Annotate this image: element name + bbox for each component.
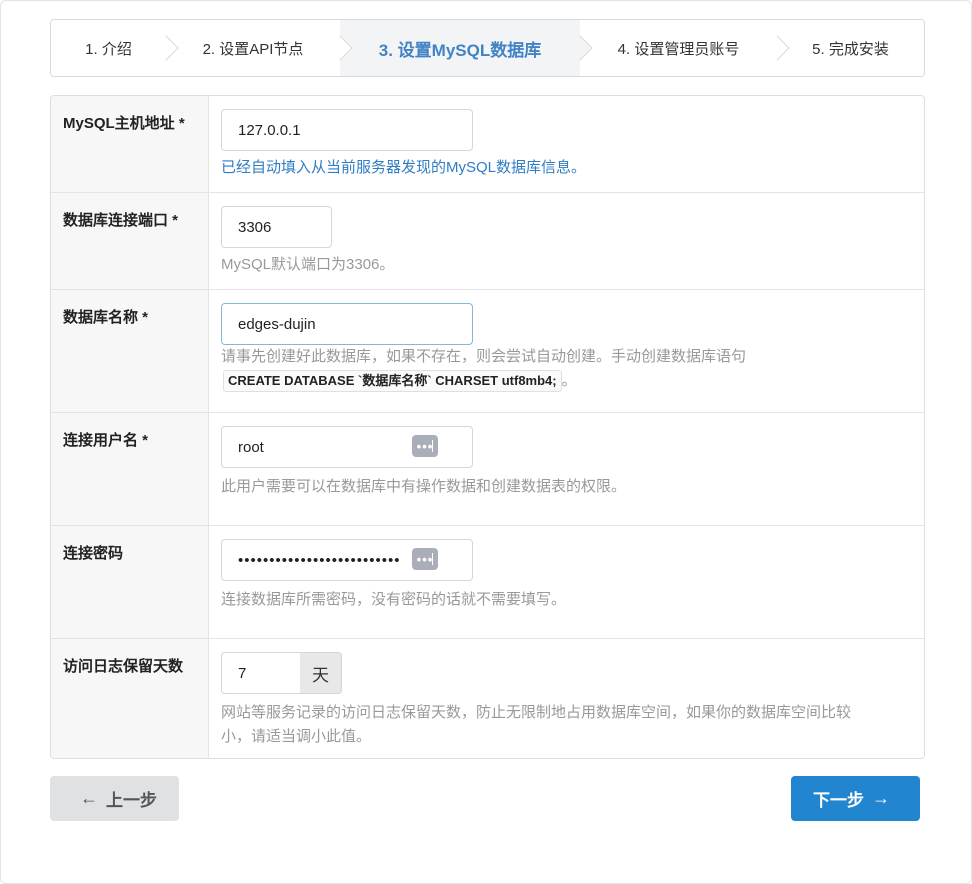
host-help: 已经自动填入从当前服务器发现的MySQL数据库信息。 — [221, 159, 587, 176]
arrow-left-icon: ← — [80, 788, 98, 808]
step-mysql-active[interactable]: 3. 设置MySQL数据库 — [340, 20, 580, 76]
step-finish[interactable]: 5. 完成安装 — [777, 20, 924, 76]
dbname-label: 数据库名称 * — [51, 290, 209, 412]
password-manager-icon[interactable]: ••• — [412, 435, 438, 457]
mysql-settings-form: MySQL主机地址 * 已经自动填入从当前服务器发现的MySQL数据库信息。 数… — [50, 95, 925, 759]
port-row: 数据库连接端口 * MySQL默认端口为3306。 — [51, 193, 924, 290]
username-label: 连接用户名 * — [51, 413, 209, 525]
username-row: 连接用户名 * ••• 此用户需要可以在数据库中有操作数据和创建数据表的权限。 — [51, 413, 924, 526]
port-input[interactable] — [221, 206, 332, 248]
arrow-right-icon: → — [872, 788, 890, 808]
dbname-row: 数据库名称 * 请事先创建好此数据库，如果不存在，则会尝试自动创建。手动创建数据… — [51, 290, 924, 413]
log-days-unit: 天 — [300, 652, 342, 694]
password-help: 连接数据库所需密码，没有密码的话就不需要填写。 — [221, 591, 567, 608]
step-intro[interactable]: 1. 介绍 — [51, 20, 166, 76]
log-days-input[interactable] — [221, 652, 301, 694]
password-row: 连接密码 ••• 连接数据库所需密码，没有密码的话就不需要填写。 — [51, 526, 924, 639]
step-admin-account[interactable]: 4. 设置管理员账号 — [580, 20, 777, 76]
log-days-label: 访问日志保留天数 — [51, 639, 209, 758]
log-days-help: 网站等服务记录的访问日志保留天数，防止无限制地占用数据库空间，如果你的数据库空间… — [221, 704, 852, 745]
password-label: 连接密码 — [51, 526, 209, 638]
port-help: MySQL默认端口为3306。 — [221, 256, 395, 273]
host-label: MySQL主机地址 * — [51, 96, 209, 192]
install-wizard-panel: 1. 介绍 2. 设置API节点 3. 设置MySQL数据库 4. 设置管理员账… — [0, 0, 972, 884]
host-row: MySQL主机地址 * 已经自动填入从当前服务器发现的MySQL数据库信息。 — [51, 96, 924, 193]
username-help: 此用户需要可以在数据库中有操作数据和创建数据表的权限。 — [221, 478, 627, 495]
port-label: 数据库连接端口 * — [51, 193, 209, 289]
dbname-input[interactable] — [221, 303, 473, 345]
create-database-sql: CREATE DATABASE `数据库名称` CHARSET utf8mb4; — [223, 370, 562, 392]
step-api-node[interactable]: 2. 设置API节点 — [166, 20, 340, 76]
log-days-row: 访问日志保留天数 天 网站等服务记录的访问日志保留天数，防止无限制地占用数据库空… — [51, 639, 924, 758]
next-button[interactable]: 下一步 → — [791, 776, 920, 821]
password-manager-icon[interactable]: ••• — [412, 548, 438, 570]
host-input[interactable] — [221, 109, 473, 151]
prev-button[interactable]: ← 上一步 — [50, 776, 179, 821]
step-indicator: 1. 介绍 2. 设置API节点 3. 设置MySQL数据库 4. 设置管理员账… — [50, 19, 925, 77]
dbname-help: 请事先创建好此数据库，如果不存在，则会尝试自动创建。手动创建数据库语句 CREA… — [221, 345, 746, 393]
